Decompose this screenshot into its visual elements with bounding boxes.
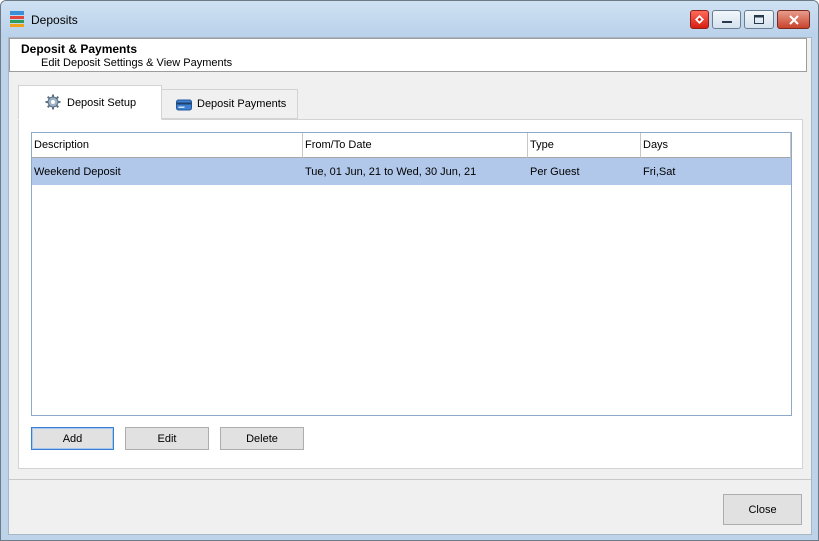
edit-button[interactable]: Edit bbox=[125, 427, 209, 450]
window-title: Deposits bbox=[31, 13, 78, 27]
tab-label: Deposit Payments bbox=[197, 98, 287, 110]
help-diamond-button[interactable] bbox=[690, 10, 709, 29]
column-header-date[interactable]: From/To Date bbox=[303, 133, 528, 158]
restore-icon bbox=[754, 15, 764, 24]
column-header-description[interactable]: Description bbox=[32, 133, 303, 158]
header-subtitle: Edit Deposit Settings & View Payments bbox=[41, 57, 233, 69]
gear-icon bbox=[45, 94, 61, 110]
close-button[interactable]: Close bbox=[723, 494, 802, 525]
title-bar[interactable]: Deposits bbox=[1, 1, 818, 37]
column-header-days[interactable]: Days bbox=[641, 133, 791, 158]
delete-button[interactable]: Delete bbox=[220, 427, 304, 450]
card-icon bbox=[176, 99, 192, 111]
maximize-button[interactable] bbox=[744, 10, 774, 29]
table-row[interactable]: Weekend Deposit Tue, 01 Jun, 21 to Wed, … bbox=[32, 158, 791, 185]
table-header: Description From/To Date Type Days bbox=[32, 133, 791, 158]
window-close-button[interactable] bbox=[777, 10, 810, 29]
footer-divider bbox=[9, 479, 811, 480]
deposits-window: Deposits Deposit & Payments Edit Deposit… bbox=[0, 0, 819, 541]
client-area: Deposit & Payments Edit Deposit Settings… bbox=[8, 37, 812, 535]
tab-deposit-setup[interactable]: Deposit Setup bbox=[18, 85, 162, 120]
tab-deposit-payments[interactable]: Deposit Payments bbox=[161, 89, 298, 119]
cell-description: Weekend Deposit bbox=[34, 166, 121, 178]
deposits-table[interactable]: Description From/To Date Type Days Weeke… bbox=[31, 132, 792, 416]
cell-date-range: Tue, 01 Jun, 21 to Wed, 30 Jun, 21 bbox=[305, 166, 477, 178]
diamond-icon bbox=[695, 15, 704, 24]
header-panel: Deposit & Payments Edit Deposit Settings… bbox=[9, 38, 807, 72]
cell-type: Per Guest bbox=[530, 166, 580, 178]
app-icon bbox=[10, 11, 24, 27]
deposit-setup-panel: Description From/To Date Type Days Weeke… bbox=[18, 119, 803, 469]
close-icon bbox=[788, 14, 799, 25]
add-button[interactable]: Add bbox=[31, 427, 114, 450]
minimize-button[interactable] bbox=[712, 10, 741, 29]
minimize-icon bbox=[721, 20, 732, 23]
header-title: Deposit & Payments bbox=[21, 42, 138, 56]
cell-days: Fri,Sat bbox=[643, 166, 676, 178]
column-header-type[interactable]: Type bbox=[528, 133, 641, 158]
tab-label: Deposit Setup bbox=[67, 96, 137, 109]
